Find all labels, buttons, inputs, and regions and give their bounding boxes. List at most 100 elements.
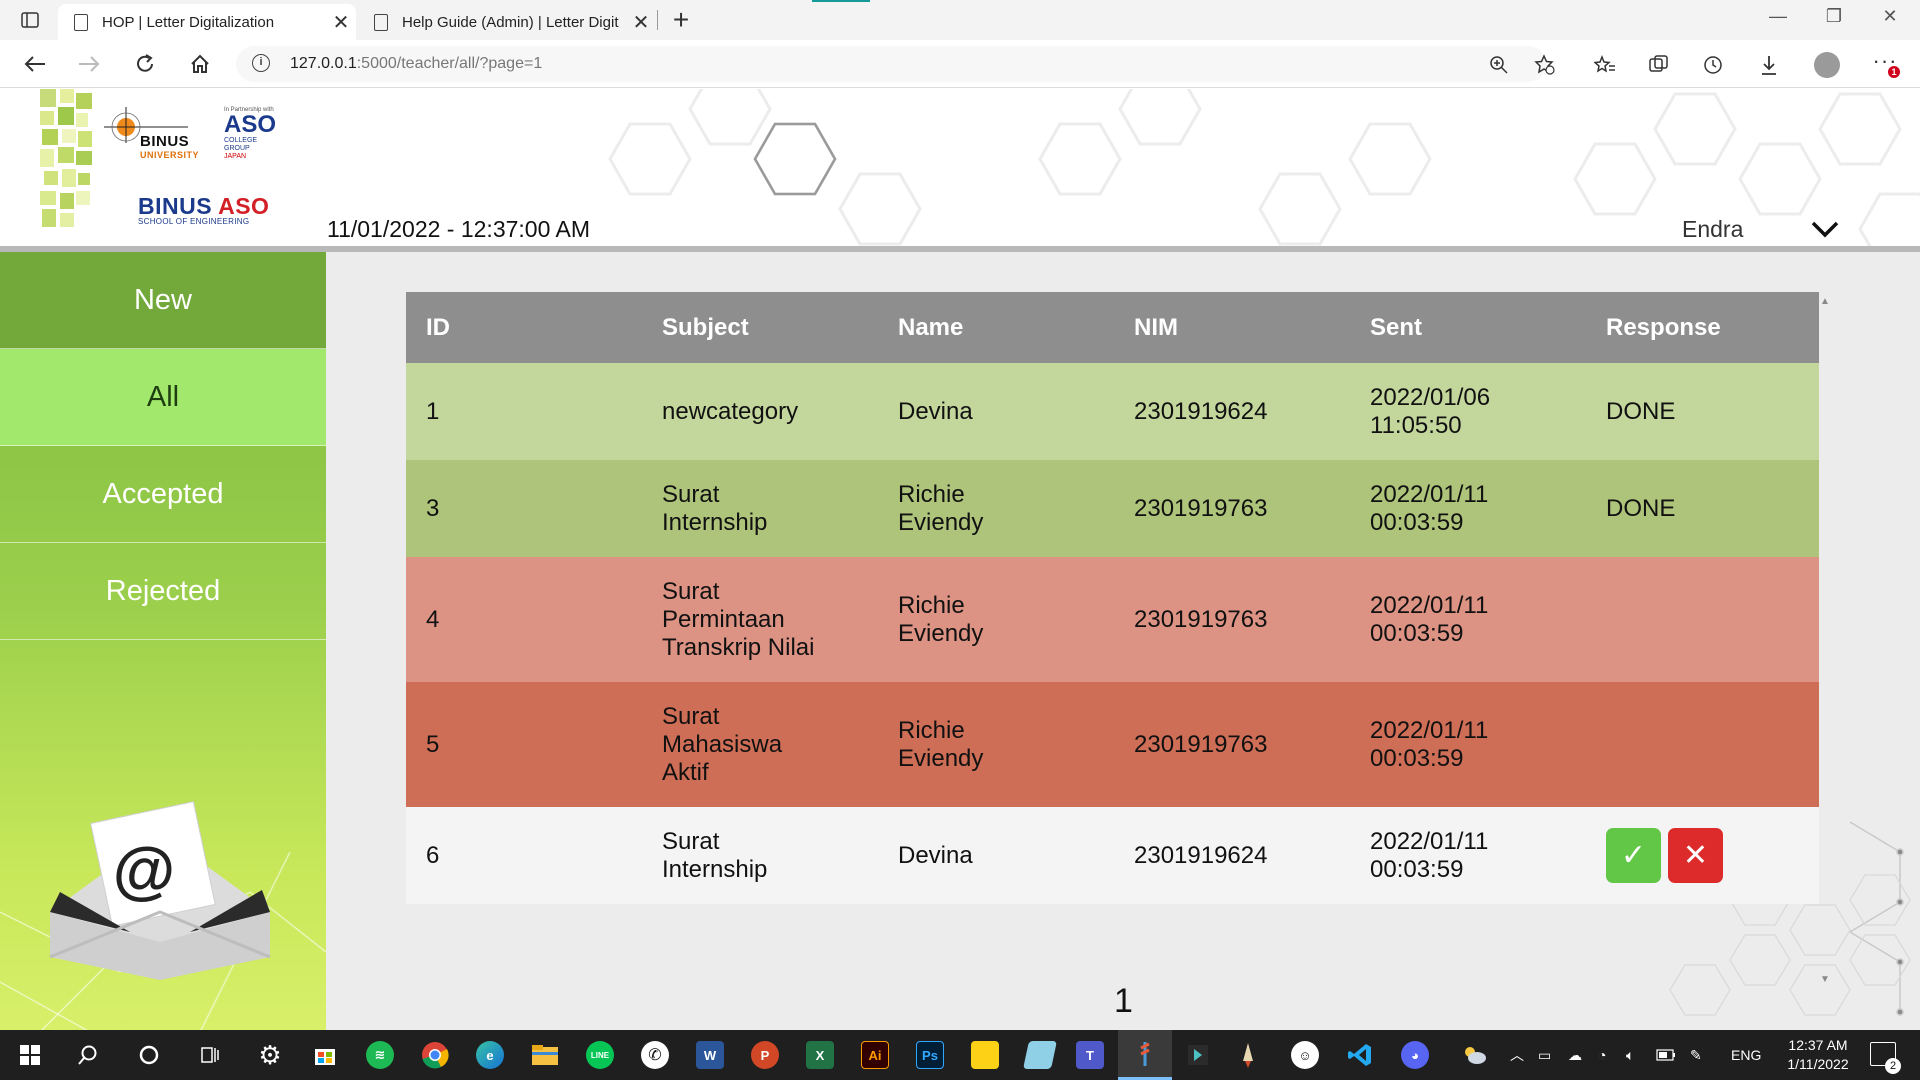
visual-studio-app-icon[interactable] [1173, 1030, 1223, 1080]
scroll-down-arrow-icon[interactable]: ▼ [1820, 974, 1830, 985]
spotify-icon[interactable]: ≋ [355, 1030, 405, 1080]
close-tab-icon[interactable]: ✕ [326, 10, 356, 35]
sidebar-item-all[interactable]: All [0, 349, 326, 446]
restore-icon[interactable]: ❐ [1814, 6, 1854, 27]
tab-help-guide[interactable]: Help Guide (Admin) | Letter Digit ✕ [358, 4, 656, 40]
cell-name: Devina [878, 807, 1114, 904]
table-row[interactable]: 6 Surat Internship Devina 2301919624 2022… [406, 807, 1819, 904]
chevron-down-icon[interactable] [1810, 217, 1840, 241]
pen-workspace-icon[interactable]: ✎ [1690, 1030, 1702, 1080]
name-line: Devina [898, 397, 973, 425]
weather-icon[interactable] [1460, 1030, 1488, 1080]
flask-app-icon[interactable] [1118, 1030, 1172, 1080]
battery-icon[interactable] [1656, 1030, 1676, 1080]
whatsapp-icon[interactable]: ✆ [630, 1030, 680, 1080]
word-icon[interactable]: W [685, 1030, 735, 1080]
chat-app-icon[interactable]: ☺ [1280, 1030, 1330, 1080]
sent-time: 00:03:59 [1370, 744, 1464, 772]
more-menu-icon[interactable]: ··· 1 [1870, 48, 1900, 80]
zoom-icon[interactable] [1484, 50, 1514, 80]
logo-green-strip [40, 89, 92, 229]
sidebar-item-accepted[interactable]: Accepted [0, 446, 326, 543]
wifi-icon[interactable]: ◔ [1598, 1030, 1606, 1080]
user-name[interactable]: Endra [1682, 216, 1743, 243]
table-row[interactable]: 3 Surat Internship Richie Eviendy 23019197… [406, 460, 1819, 557]
table-row[interactable]: 1 newcategory Devina 2301919624 2022/01/… [406, 363, 1819, 460]
sidebar-item-rejected[interactable]: Rejected [0, 543, 326, 640]
sticky-notes-icon[interactable] [960, 1030, 1010, 1080]
meet-now-icon[interactable]: ▭ [1538, 1030, 1551, 1080]
reject-button[interactable]: ✕ [1668, 828, 1723, 883]
name-line: Eviendy [898, 744, 984, 772]
close-tab-icon[interactable]: ✕ [626, 10, 656, 35]
collections-icon[interactable] [1644, 50, 1674, 80]
name-line: Richie [898, 480, 965, 508]
notepad-icon[interactable] [1015, 1030, 1065, 1080]
cortana-icon[interactable] [124, 1030, 174, 1080]
taskbar-clock[interactable]: 12:37 AM 1/11/2022 [1770, 1036, 1866, 1074]
store-icon[interactable] [300, 1030, 350, 1080]
illustrator-icon[interactable]: Ai [850, 1030, 900, 1080]
home-icon[interactable] [183, 50, 217, 78]
tab-title: Help Guide (Admin) | Letter Digit [402, 13, 619, 31]
sent-date: 2022/01/11 [1370, 827, 1489, 855]
pagination-page-1[interactable]: 1 [1114, 982, 1133, 1021]
address-bar[interactable]: i 127.0.0.1:5000/teacher/all/?page=1 [236, 46, 1546, 82]
downloads-icon[interactable] [1754, 50, 1784, 80]
sidebar-item-new[interactable]: New [0, 252, 326, 349]
volume-icon[interactable]: 🔈︎ [1626, 1030, 1634, 1080]
new-tab-button[interactable]: + [666, 6, 696, 34]
table-row[interactable]: 5 Surat Mahasiswa Aktif Richie Eviendy 2301… [406, 682, 1819, 807]
name-line: Richie [898, 716, 965, 744]
photoshop-icon[interactable]: Ps [905, 1030, 955, 1080]
task-view-icon[interactable] [185, 1030, 235, 1080]
cell-sent: 2022/01/11 00:03:59 [1350, 460, 1586, 557]
minimize-icon[interactable]: — [1758, 6, 1798, 27]
cell-id: 6 [406, 807, 642, 904]
line-app-icon[interactable]: LINE [575, 1030, 625, 1080]
chrome-icon[interactable] [410, 1030, 460, 1080]
teams-icon[interactable]: T [1065, 1030, 1115, 1080]
scroll-up-arrow-icon[interactable]: ▲ [1820, 296, 1830, 307]
column-header-subject: Subject [642, 292, 878, 363]
discord-icon[interactable]: ◕ [1390, 1030, 1440, 1080]
sidebar: New All Accepted Rejected @ [0, 252, 326, 1030]
binus-word: BINUS [140, 133, 190, 150]
file-explorer-icon[interactable] [520, 1030, 570, 1080]
close-window-icon[interactable]: ✕ [1870, 6, 1910, 27]
forward-arrow-icon[interactable] [72, 50, 106, 78]
subject-line: Mahasiswa [662, 730, 783, 758]
history-icon[interactable] [1698, 50, 1728, 80]
excel-icon[interactable]: X [795, 1030, 845, 1080]
edge-icon[interactable]: e [465, 1030, 515, 1080]
onedrive-cloud-icon[interactable]: ☁ [1568, 1030, 1582, 1080]
favorites-icon[interactable] [1590, 50, 1620, 80]
tab-hop-letter[interactable]: HOP | Letter Digitalization ✕ [58, 4, 356, 40]
profile-avatar[interactable] [1812, 50, 1842, 80]
accept-button[interactable]: ✓ [1606, 828, 1661, 883]
settings-gear-icon[interactable]: ⚙ [245, 1030, 295, 1080]
tab-actions-icon[interactable] [14, 8, 46, 32]
windows-start-icon[interactable] [5, 1030, 55, 1080]
notification-count-badge: 2 [1885, 1058, 1901, 1074]
pencil-app-icon[interactable] [1223, 1030, 1273, 1080]
url-text[interactable]: 127.0.0.1:5000/teacher/all/?page=1 [290, 55, 542, 73]
loading-indicator [812, 0, 870, 2]
show-hidden-icons-chevron[interactable]: ︿ [1510, 1030, 1524, 1080]
tab-divider [657, 10, 658, 30]
search-icon[interactable] [63, 1030, 113, 1080]
vscode-icon[interactable] [1335, 1030, 1385, 1080]
language-indicator[interactable]: ENG [1731, 1030, 1761, 1080]
back-arrow-icon[interactable] [18, 50, 52, 78]
site-info-icon[interactable]: i [252, 54, 270, 72]
table-header-row: ID Subject Name NIM Sent Response [406, 292, 1819, 363]
refresh-icon[interactable] [128, 50, 162, 78]
cell-sent: 2022/01/11 00:03:59 [1350, 557, 1586, 682]
powerpoint-icon[interactable]: P [740, 1030, 790, 1080]
table-row[interactable]: 4 Surat Permintaan Transkrip Nilai Richie E… [406, 557, 1819, 682]
subject-line: Surat [662, 702, 720, 730]
sent-time: 00:03:59 [1370, 855, 1464, 883]
page-icon [74, 13, 88, 31]
page-icon [374, 13, 388, 31]
add-favorite-icon[interactable] [1530, 50, 1560, 80]
